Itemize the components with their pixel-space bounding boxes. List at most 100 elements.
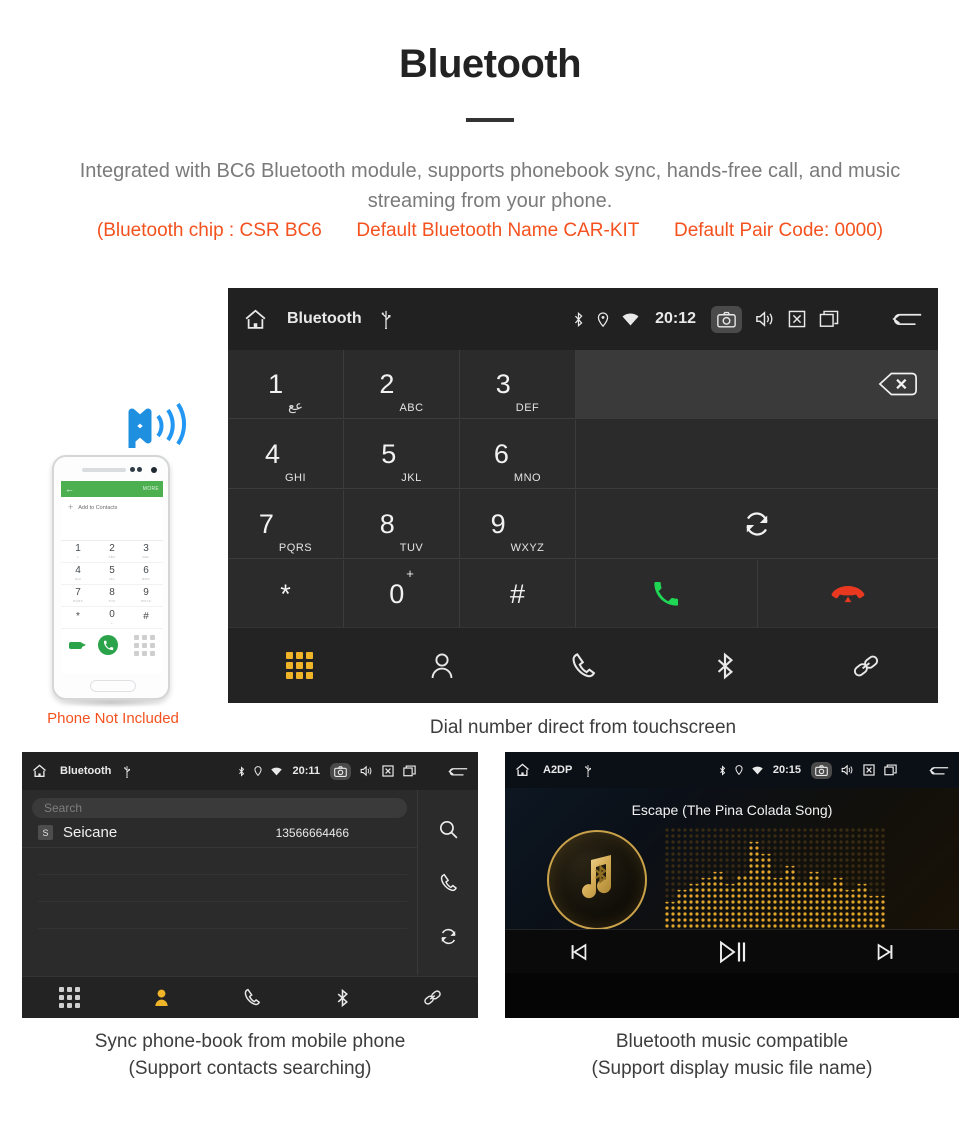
bluetooth-icon[interactable] (714, 651, 736, 681)
phone-key: 7 PQRS (61, 585, 95, 607)
dialpad-icon[interactable] (285, 652, 313, 679)
sync-contacts-button[interactable] (576, 490, 938, 559)
back-arrow-icon: ← (65, 483, 74, 494)
statusbar-left: Bluetooth (242, 307, 392, 332)
key-letters: ABC (399, 402, 424, 414)
key-letters: TUV (399, 542, 424, 554)
camera-icon[interactable] (811, 761, 832, 779)
dialpad-key-4[interactable]: 4 GHI (228, 420, 344, 489)
wifi-icon (752, 766, 763, 775)
key-letters: JKL (401, 472, 422, 484)
back-icon[interactable] (447, 765, 469, 778)
spec-chip: (Bluetooth chip : CSR BC6 (96, 220, 322, 241)
recents-icon[interactable] (884, 764, 897, 776)
recents-icon[interactable] (819, 310, 839, 328)
home-icon[interactable] (31, 763, 48, 779)
statusbar-right: 20:11 (238, 762, 469, 780)
key-letters: MNO (141, 577, 151, 581)
usb-icon (123, 765, 131, 778)
backspace-icon[interactable] (878, 371, 918, 397)
dialpad-key-8[interactable]: 8 TUV (344, 490, 460, 559)
statusbar-left: A2DP (514, 762, 592, 778)
dialpad-key-star[interactable]: * (228, 560, 344, 629)
dialpad-icon[interactable] (58, 987, 80, 1008)
phone-handset-icon[interactable] (243, 988, 262, 1007)
hangup-button[interactable] (758, 560, 939, 628)
phone-mockup: ← MORE + Add to Contacts 1 ∞ 2 ABC 3 DEF 4G… (52, 455, 170, 708)
more-label: MORE (142, 486, 159, 492)
play-pause-icon[interactable] (717, 939, 747, 965)
dialpad-key-9[interactable]: 9 WXYZ (460, 490, 576, 559)
key-letters: WXYZ (510, 542, 545, 554)
spectrum-visualizer (665, 828, 885, 938)
call-icon (98, 635, 118, 655)
key-digit: 2 (379, 368, 395, 399)
phone-sensor-dot (130, 467, 135, 472)
phone-front-camera (151, 467, 157, 473)
music-body: Escape (The Pina Colada Song) (505, 788, 959, 973)
phone-sensor-dot (137, 467, 142, 472)
phone-key: * (61, 607, 95, 629)
dialpad-key-3[interactable]: 3 DEF (460, 350, 576, 419)
phone-key: 5 JKL (95, 563, 129, 585)
key-digit: 7 (75, 587, 81, 598)
contact-row[interactable]: S Seicane 13566664466 (22, 818, 417, 848)
music-note-bluetooth-icon (582, 855, 612, 899)
close-box-icon[interactable] (382, 765, 394, 777)
dialpad-key-5[interactable]: 5 JKL (344, 420, 460, 489)
sync-icon[interactable] (438, 926, 459, 947)
status-time: 20:15 (772, 764, 801, 776)
number-input-field[interactable] (576, 350, 938, 419)
volume-icon[interactable] (841, 764, 854, 776)
back-icon[interactable] (890, 309, 924, 329)
key-digit: * (76, 611, 80, 622)
volume-icon[interactable] (755, 310, 775, 328)
contacts-side-actions (419, 790, 478, 975)
music-screen: A2DP 20:15 Escape (The Pina Colada Song) (505, 752, 959, 1018)
playback-controls (505, 929, 959, 973)
phone-not-included-note: Phone Not Included (47, 710, 179, 727)
bluetooth-icon[interactable] (335, 988, 350, 1008)
search-placeholder: Search (44, 801, 83, 815)
dialpad-key-hash[interactable]: # (460, 560, 576, 629)
recents-icon[interactable] (403, 765, 416, 777)
contact-person-icon[interactable] (429, 652, 455, 680)
key-letters: PQRS (72, 599, 84, 603)
title-divider (466, 118, 514, 122)
dialpad-key-0[interactable]: 0 + (344, 560, 460, 629)
key-letters: GHI (284, 472, 307, 484)
camera-icon[interactable] (330, 762, 351, 780)
dialpad-key-7[interactable]: 7 PQRS (228, 490, 344, 559)
empty-contact-row (38, 875, 407, 902)
phone-key: 8 TUV (95, 585, 129, 607)
key-letters: ∞ (76, 555, 80, 559)
key-letters: DEF (142, 555, 150, 559)
back-icon[interactable] (928, 764, 950, 777)
home-icon[interactable] (514, 762, 531, 778)
close-box-icon[interactable] (863, 764, 875, 776)
dialpad-key-6[interactable]: 6 MNO (460, 420, 576, 489)
phone-body: ← MORE + Add to Contacts 1 ∞ 2 ABC 3 DEF 4G… (52, 455, 170, 700)
caption-line-1: Sync phone-book from mobile phone (94, 1031, 406, 1052)
search-input[interactable]: Search (32, 798, 407, 818)
phone-handset-icon[interactable] (439, 873, 459, 893)
phone-handset-icon[interactable] (570, 652, 598, 680)
song-title: Escape (The Pina Colada Song) (631, 802, 833, 818)
search-icon[interactable] (438, 819, 459, 840)
dialpad-key-2[interactable]: 2 ABC (344, 350, 460, 419)
contact-person-icon[interactable] (153, 988, 170, 1007)
phone-dialpad: 1 ∞ 2 ABC 3 DEF 4 GHI 5 JKL 6 MNO 7 PQRS 8 TUV 9… (61, 541, 163, 629)
camera-icon[interactable] (711, 305, 742, 333)
dialpad-key-1[interactable]: 1 عع (228, 350, 344, 419)
close-box-icon[interactable] (788, 310, 806, 328)
phone-speaker (82, 468, 126, 472)
skip-next-icon[interactable] (874, 941, 896, 963)
volume-icon[interactable] (360, 765, 373, 777)
skip-previous-icon[interactable] (568, 941, 590, 963)
link-icon[interactable] (423, 988, 442, 1007)
link-icon[interactable] (852, 652, 880, 680)
home-icon[interactable] (242, 307, 269, 332)
call-button[interactable] (576, 560, 758, 628)
contact-name: Seicane (63, 824, 118, 841)
key-digit: 2 (109, 543, 115, 554)
